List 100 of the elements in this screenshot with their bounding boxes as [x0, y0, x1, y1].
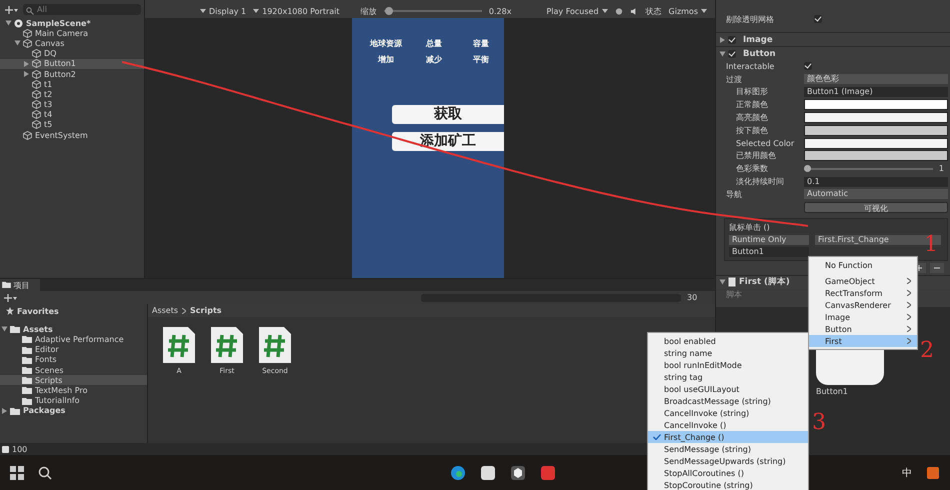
- app-icon[interactable]: [480, 464, 496, 480]
- hierarchy-item[interactable]: EventSystem: [0, 130, 144, 140]
- cube-icon: [23, 130, 32, 140]
- hierarchy-item[interactable]: SampleScene*: [0, 18, 144, 28]
- menu-item[interactable]: bool enabled: [648, 335, 808, 347]
- hierarchy-item[interactable]: DQ: [0, 48, 144, 59]
- menu-item[interactable]: CancelInvoke (): [648, 419, 808, 431]
- foldout-icon[interactable]: [720, 36, 725, 42]
- folder-item[interactable]: Scenes: [0, 364, 147, 376]
- search-icon[interactable]: [38, 466, 52, 480]
- breadcrumb-link[interactable]: Scripts: [190, 306, 222, 315]
- scale-label: 缩放: [360, 6, 377, 16]
- menu-item[interactable]: First_Change (): [648, 431, 808, 443]
- hierarchy-item[interactable]: t2: [0, 89, 144, 100]
- menu-item[interactable]: SendMessage (string): [648, 443, 808, 455]
- color-field[interactable]: [804, 124, 948, 136]
- checkbox[interactable]: [728, 36, 736, 44]
- menu-item[interactable]: Image: [809, 311, 917, 323]
- hierarchy-item[interactable]: t1: [0, 79, 144, 90]
- folder-item[interactable]: Assets: [0, 324, 147, 334]
- script-file-icon[interactable]: [211, 327, 243, 363]
- foldout-icon[interactable]: [24, 60, 29, 67]
- gizmos-dropdown[interactable]: Gizmos: [668, 6, 707, 16]
- checkbox[interactable]: [804, 62, 812, 70]
- menu-item[interactable]: SendMessageUpwards (string): [648, 455, 808, 467]
- menu-item[interactable]: GameObject: [809, 275, 917, 287]
- hierarchy-item[interactable]: Button2: [0, 68, 144, 80]
- favorites-item[interactable]: Favorites: [0, 306, 147, 316]
- stats-button[interactable]: 状态: [646, 6, 662, 16]
- dropdown[interactable]: Automatic: [804, 189, 948, 200]
- hierarchy-item[interactable]: t3: [0, 100, 144, 110]
- breadcrumb-link[interactable]: Assets: [152, 306, 178, 315]
- foldout-icon[interactable]: [14, 40, 20, 46]
- component-header[interactable]: Button: [716, 46, 950, 60]
- menu-item[interactable]: StopCoroutine (string): [648, 479, 808, 490]
- foldout-icon[interactable]: [720, 280, 726, 285]
- menu-item[interactable]: No Function: [809, 259, 917, 271]
- cube-icon: [32, 100, 41, 110]
- folder-item[interactable]: Fonts: [0, 354, 147, 365]
- checkbox[interactable]: [728, 50, 736, 58]
- visualize-button[interactable]: 可视化: [804, 202, 948, 213]
- hierarchy-item[interactable]: Button1: [0, 58, 144, 69]
- folder-item[interactable]: Editor: [0, 344, 147, 355]
- script-icon: [728, 277, 736, 288]
- play-mode-dropdown[interactable]: Play Focused: [546, 6, 608, 16]
- menu-item[interactable]: First: [809, 335, 917, 347]
- folder-item[interactable]: TutorialInfo: [0, 396, 147, 406]
- folder-item[interactable]: TextMesh Pro: [0, 385, 147, 396]
- text-field[interactable]: 0.1: [804, 176, 948, 187]
- slider-thumb[interactable]: [384, 7, 393, 15]
- slider[interactable]: [804, 168, 933, 170]
- color-field[interactable]: [804, 150, 948, 162]
- menu-item[interactable]: StopAllCoroutines (): [648, 467, 808, 479]
- menu-item[interactable]: bool runInEditMode: [648, 359, 808, 371]
- add-button[interactable]: [3, 6, 20, 14]
- hierarchy-item[interactable]: Main Camera: [0, 28, 144, 38]
- script-file-icon[interactable]: [163, 327, 195, 363]
- color-field[interactable]: [804, 138, 948, 149]
- menu-item[interactable]: CancelInvoke (string): [648, 407, 808, 419]
- menu-item[interactable]: CanvasRenderer: [809, 299, 917, 311]
- foldout-icon[interactable]: [2, 326, 8, 332]
- hierarchy-item[interactable]: t5: [0, 120, 144, 130]
- menu-item[interactable]: RectTransform: [809, 287, 917, 299]
- checkbox[interactable]: [814, 15, 822, 23]
- browser-icon[interactable]: [450, 464, 466, 480]
- folder-item[interactable]: Adaptive Performance: [0, 334, 147, 345]
- add-button[interactable]: [2, 294, 19, 302]
- color-field[interactable]: [804, 112, 948, 124]
- folder-item[interactable]: Scripts: [0, 375, 147, 386]
- windows-icon[interactable]: [10, 466, 24, 480]
- remove-button[interactable]: [930, 262, 944, 273]
- menu-item[interactable]: string tag: [648, 371, 808, 383]
- component-header[interactable]: Image: [716, 32, 950, 46]
- display-dropdown[interactable]: Display 1: [200, 6, 246, 16]
- hierarchy-item[interactable]: t4: [0, 110, 144, 120]
- menu-item[interactable]: Button: [809, 323, 917, 335]
- foldout-icon[interactable]: [6, 20, 12, 26]
- game-button[interactable]: 获取: [392, 105, 504, 124]
- foldout-icon[interactable]: [720, 51, 726, 56]
- slider-thumb[interactable]: [804, 164, 811, 172]
- input-method-indicator[interactable]: 中: [902, 466, 912, 480]
- menu-item[interactable]: string name: [648, 347, 808, 359]
- resolution-dropdown[interactable]: 1920x1080 Portrait: [253, 6, 340, 16]
- dropdown[interactable]: 颜色色彩: [804, 74, 948, 84]
- hierarchy-item[interactable]: Canvas: [0, 38, 144, 49]
- color-field[interactable]: [804, 99, 948, 110]
- annotation-number: 2: [920, 340, 934, 362]
- folder-icon: [2, 281, 11, 288]
- project-tab[interactable]: 项目: [0, 279, 40, 292]
- search-field[interactable]: All: [23, 4, 141, 15]
- object-field[interactable]: Button1 (Image): [804, 86, 948, 97]
- dropdown[interactable]: Runtime Only: [729, 234, 809, 245]
- foldout-icon[interactable]: [24, 71, 29, 78]
- object-field[interactable]: Button1: [729, 246, 809, 257]
- app-icon[interactable]: [510, 464, 526, 480]
- menu-item[interactable]: BroadcastMessage (string): [648, 395, 808, 407]
- foldout-icon[interactable]: [2, 408, 7, 414]
- script-file-icon[interactable]: [259, 327, 291, 363]
- folder-item[interactable]: Packages: [0, 406, 147, 416]
- menu-item[interactable]: bool useGUILayout: [648, 383, 808, 395]
